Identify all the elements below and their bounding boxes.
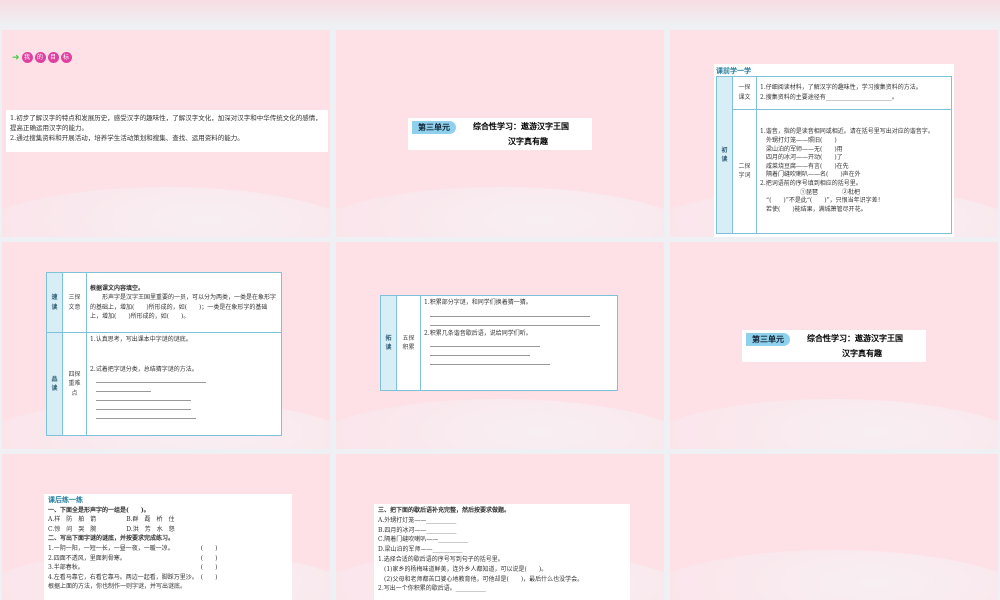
objectives-card: 1.初步了解汉字的特点和发展历史，感受汉字的趣味性，了解汉字文化，加深对汉字和中… xyxy=(6,110,328,152)
title-line-1: 综合性学习：遨游汉字王国 xyxy=(807,334,903,343)
extension-card: 拓读 五探积累 1.积累部分字谜，和同学们换着猜一猜。 2.积累几条谐音歇后语，… xyxy=(380,295,618,391)
exercise-line: (2)父母和老师都苦口婆心地教育他，可他却是( )，最后什么也没学会。 xyxy=(384,575,584,583)
exercise-line: A.外甥打灯笼——__________ xyxy=(378,516,457,524)
section-header: 课后练一练 xyxy=(48,496,83,504)
extension-table: 拓读 五探积累 1.积累部分字谜，和同学们换着猜一猜。 2.积累几条谐音歇后语，… xyxy=(380,295,618,391)
unit-label: 第三单元 xyxy=(746,333,790,346)
exercise-line: D.梁山泊的军师——__________ xyxy=(378,546,463,554)
row-label: 一探课文 xyxy=(732,76,757,110)
objective-line: 1.初步了解汉字的特点和发展历史，感受汉字的趣味性，了解汉字文化，加深对汉字和中… xyxy=(10,114,322,132)
slide-thumbnail-5[interactable]: 拓读 五探积累 1.积累部分字谜，和同学们换着猜一猜。 2.积累几条谐音歇后语，… xyxy=(336,242,664,449)
exercise-line: 2.写出一个你积累的歇后语。__________ xyxy=(378,585,486,593)
slide-thumbnail-7[interactable]: 课后练一练 一、下面全是形声字的一组是( )。 A.样 防 舶 箭 B.群 磊 … xyxy=(2,454,330,600)
goal-char: 目 xyxy=(47,52,59,63)
unit-title-box: 第三单元 综合性学习：遨游汉字王国 汉字真有趣 xyxy=(742,330,926,362)
reading-card: 速读 三探文意 根据课文内容填空。 形声字是汉字王国里重要的一员，可以分为两类，一… xyxy=(46,272,282,436)
row-category: 拓读 xyxy=(380,295,397,391)
row-content: 1.积累部分字谜，和同学们换着猜一猜。 2.积累几条谐音歇后语，说给同学们听。 xyxy=(420,295,618,391)
slide-thumbnail-9[interactable] xyxy=(670,454,998,600)
goal-char: 我 xyxy=(21,52,33,63)
exercise-line: A.样 防 舶 箭 B.群 磊 桥 住 xyxy=(48,516,175,524)
exercise-line: 一、下面全是形声字的一组是( )。 xyxy=(48,506,150,514)
preview-card: 课前学一学 初读 一探课文 1.仔细阅读材料，了解汉字的趣味性，学习搜集资料的方… xyxy=(714,64,954,237)
exercise-line: (1)家乡的杨梅味道鲜美，连外乡人都知道，可以说是( )。 xyxy=(384,565,548,573)
row-label: 五探积累 xyxy=(396,295,421,391)
slide-thumbnail-2[interactable]: 第三单元 综合性学习：遨游汉字王国 汉字真有趣 xyxy=(336,30,664,237)
objective-line: 2.通过搜集资料和开展活动，培养学生活动策划和搜集、查找、运用资料的能力。 xyxy=(10,134,244,142)
exercise-line: 2.四面不透风，里面刺骨寒。 ( ) xyxy=(48,554,218,562)
exercise-line: 二、写出下面字谜的谜底，并按要求完成练习。 xyxy=(48,535,175,543)
exercise-line: 1.选择合适的歇后语的序号写到句子的括号里。 xyxy=(378,555,504,563)
reading-table: 速读 三探文意 根据课文内容填空。 形声字是汉字王国里重要的一员，可以分为两类，一… xyxy=(46,272,282,436)
row-label: 二探字词 xyxy=(732,108,757,235)
exercise-line: 1.一阴一阳，一短一长，一昼一夜，一暖一凉。 ( ) xyxy=(48,544,218,552)
exercise-line: C.惊 问 哭 腕 D.洪 芳 水 怒 xyxy=(48,525,175,533)
row-content: 1.谐音，指的是读音相同或相近。请在括号里写出对应的谐音字。 外甥打灯笼——照旧(… xyxy=(756,108,952,235)
goal-char: 标 xyxy=(60,52,72,63)
slide-thumbnail-8[interactable]: 三、把下面的歇后语补充完整，然后按要求做题。 A.外甥打灯笼——________… xyxy=(336,454,664,600)
exercise-line: 4.左看马靠它，右看它靠马。两边一起看，脚踩万里沙。 ( ) xyxy=(48,573,218,581)
slide-thumbnail-6[interactable]: 第三单元 综合性学习：遨游汉字王国 汉字真有趣 xyxy=(670,242,998,449)
goal-badge: ➜ 我 的 目 标 xyxy=(12,52,72,63)
row-category: 品读 xyxy=(46,332,63,436)
row-content: 1.认真思考，写出课本中字谜的谜底。 2.试着把字谜分类，总结猜字谜的方法。 xyxy=(86,332,282,436)
exercise-line: 三、把下面的歇后语补充完整，然后按要求做题。 xyxy=(378,507,511,514)
exercise-line: B.四月的冰河——__________ xyxy=(378,526,457,534)
top-band xyxy=(0,0,1000,26)
row-label: 三探文意 xyxy=(62,272,87,333)
title-line-2: 汉字真有趣 xyxy=(508,137,548,146)
exercise-line: C.隔着门缝吹喇叭——__________ xyxy=(378,536,469,544)
section-header: 课前学一学 xyxy=(716,67,751,75)
row-content: 根据课文内容填空。 形声字是汉字王国里重要的一员，可以分为两类，一类是在象形字的基… xyxy=(86,272,282,333)
title-line-2: 汉字真有趣 xyxy=(842,349,882,358)
goal-char: 的 xyxy=(34,52,46,63)
unit-label: 第三单元 xyxy=(412,121,456,134)
row-category: 速读 xyxy=(46,272,63,333)
exercise-card: 三、把下面的歇后语补充完整，然后按要求做题。 A.外甥打灯笼——________… xyxy=(374,504,630,600)
unit-title-box: 第三单元 综合性学习：遨游汉字王国 汉字真有趣 xyxy=(408,118,592,150)
row-label: 四探重难点 xyxy=(62,332,87,436)
arrow-icon: ➜ xyxy=(12,52,20,63)
exercise-line: 3.半部春秋。 ( ) xyxy=(48,564,218,572)
row-category: 初读 xyxy=(716,76,733,234)
slide-thumbnail-1[interactable]: ➜ 我 的 目 标 1.初步了解汉字的特点和发展历史，感受汉字的趣味性，了解汉字… xyxy=(2,30,330,237)
row-content: 1.仔细阅读材料，了解汉字的趣味性，学习搜集资料的方法。 2.搜集资料的主要途径有… xyxy=(756,76,952,110)
study-table: 初读 一探课文 1.仔细阅读材料，了解汉字的趣味性，学习搜集资料的方法。 2.搜集… xyxy=(716,76,952,235)
slide-thumbnail-4[interactable]: 速读 三探文意 根据课文内容填空。 形声字是汉字王国里重要的一员，可以分为两类，一… xyxy=(2,242,330,449)
exercise-card: 课后练一练 一、下面全是形声字的一组是( )。 A.样 防 舶 箭 B.群 磊 … xyxy=(44,494,292,600)
title-line-1: 综合性学习：遨游汉字王国 xyxy=(473,122,569,131)
exercise-line: 根据上面的方法，你也制作一则字谜，并写出谜底。 xyxy=(48,583,187,591)
slide-thumbnail-3[interactable]: 课前学一学 初读 一探课文 1.仔细阅读材料，了解汉字的趣味性，学习搜集资料的方… xyxy=(670,30,998,237)
